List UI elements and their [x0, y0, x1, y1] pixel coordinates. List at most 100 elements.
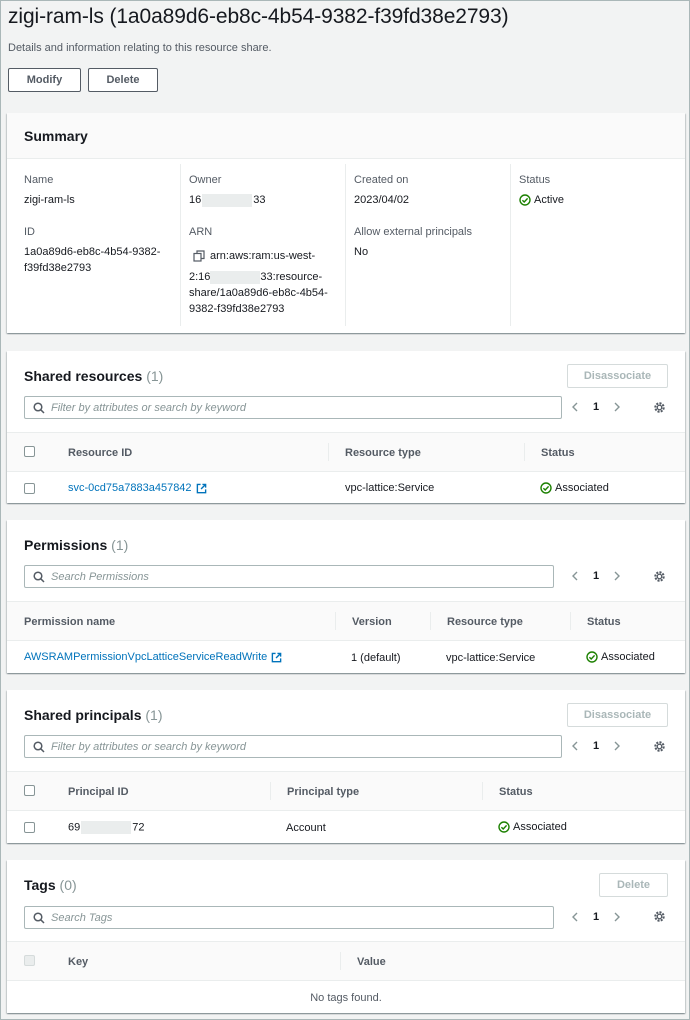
owner-suffix: 33: [253, 194, 266, 206]
empty-state-text: No tags found.: [310, 992, 382, 1004]
status-text: Active: [534, 194, 564, 206]
chevron-right-icon[interactable]: [611, 401, 623, 413]
tags-panel: Tags (0) Delete 1 Key Value No tags foun…: [7, 860, 685, 1013]
owner-value: 16 33: [189, 192, 266, 208]
principals-pagination: 1: [569, 735, 623, 757]
resources-table-header: Resource ID Resource type Status: [7, 432, 685, 472]
gear-icon[interactable]: [653, 570, 666, 583]
column-divider: [340, 952, 341, 970]
summary-divider: [180, 164, 181, 326]
delete-tags-button[interactable]: Delete: [599, 873, 668, 897]
select-all-checkbox: [24, 955, 35, 966]
column-key[interactable]: Key: [68, 956, 88, 968]
delete-button[interactable]: Delete: [88, 68, 158, 92]
search-icon: [33, 401, 45, 414]
column-resource-type[interactable]: Resource type: [447, 616, 523, 628]
column-status[interactable]: Status: [541, 447, 575, 459]
chevron-left-icon[interactable]: [569, 570, 581, 582]
chevron-right-icon[interactable]: [611, 740, 623, 752]
tags-search-field[interactable]: [51, 911, 527, 924]
chevron-left-icon[interactable]: [569, 911, 581, 923]
column-status[interactable]: Status: [587, 616, 621, 628]
column-permission-name[interactable]: Permission name: [24, 616, 115, 628]
chevron-right-icon[interactable]: [611, 911, 623, 923]
external-principals-label: Allow external principals: [354, 226, 472, 238]
disassociate-resources-button[interactable]: Disassociate: [567, 364, 668, 388]
summary-divider: [345, 164, 346, 326]
column-value[interactable]: Value: [357, 956, 386, 968]
summary-panel: Summary Name zigi-ram-ls ID 1a0a89d6-eb8…: [7, 113, 685, 333]
summary-divider: [510, 164, 511, 326]
arn-value: arn:aws:ram:us-west- 2:16 33:resource- sh…: [189, 248, 328, 317]
created-value: 2023/04/02: [354, 194, 410, 206]
modify-button[interactable]: Modify: [8, 68, 81, 92]
principals-search-input[interactable]: [24, 735, 562, 758]
version-cell: 1 (default): [351, 652, 401, 664]
select-all-checkbox[interactable]: [24, 446, 35, 457]
column-version[interactable]: Version: [352, 616, 392, 628]
resources-search-input[interactable]: [24, 396, 562, 419]
row-checkbox[interactable]: [24, 483, 35, 494]
arn-label: ARN: [189, 226, 213, 238]
resource-status-cell: Associated: [540, 482, 609, 497]
permissions-panel: Permissions (1) 1 Permission name Versio…: [7, 520, 685, 673]
check-circle-icon: [498, 821, 510, 833]
page-number[interactable]: 1: [581, 401, 611, 413]
created-label: Created on: [354, 174, 409, 186]
permissions-search-input[interactable]: [24, 565, 554, 588]
check-circle-icon: [540, 482, 552, 494]
column-resource-id[interactable]: Resource ID: [68, 447, 132, 459]
column-divider: [524, 443, 525, 461]
search-icon: [33, 570, 45, 583]
owner-prefix: 16: [189, 194, 202, 206]
resource-id-link[interactable]: svc-0cd75a7883a457842: [68, 482, 207, 494]
select-all-checkbox[interactable]: [24, 785, 35, 796]
permissions-title: Permissions (1): [24, 537, 129, 553]
page-number[interactable]: 1: [581, 740, 611, 752]
column-principal-type[interactable]: Principal type: [287, 786, 359, 798]
external-principals-value: No: [354, 246, 369, 258]
column-divider: [570, 612, 571, 630]
page-description: Details and information relating to this…: [8, 42, 272, 54]
external-link-icon: [196, 483, 206, 493]
page-title: zigi-ram-ls (1a0a89d6-eb8c-4b54-9382-f39…: [8, 5, 509, 28]
tags-title: Tags (0): [24, 877, 77, 893]
gear-icon[interactable]: [653, 401, 666, 414]
column-divider: [328, 443, 329, 461]
principals-search-field[interactable]: [51, 740, 534, 753]
summary-title: Summary: [24, 128, 88, 144]
status-label: Status: [519, 174, 551, 186]
check-circle-icon: [519, 194, 531, 206]
column-principal-id[interactable]: Principal ID: [68, 786, 129, 798]
permissions-search-field[interactable]: [51, 570, 527, 583]
resource-type-cell: vpc-lattice:Service: [446, 652, 536, 664]
chevron-right-icon[interactable]: [611, 570, 623, 582]
permission-name-link[interactable]: AWSRAMPermissionVpcLatticeServiceReadWri…: [24, 651, 282, 663]
column-resource-type[interactable]: Resource type: [345, 447, 421, 459]
owner-label: Owner: [189, 174, 222, 186]
search-icon: [33, 911, 45, 924]
page-number[interactable]: 1: [581, 570, 611, 582]
column-status[interactable]: Status: [499, 786, 533, 798]
redacted-block: [81, 821, 132, 834]
arn-line4: 9382-f39fd38e2793: [189, 303, 285, 315]
chevron-left-icon[interactable]: [569, 401, 581, 413]
tags-search-input[interactable]: [24, 906, 554, 929]
page-number[interactable]: 1: [581, 911, 611, 923]
copy-icon[interactable]: [193, 250, 205, 262]
gear-icon[interactable]: [653, 740, 666, 753]
redacted-block: [202, 193, 253, 207]
column-divider: [270, 782, 271, 800]
chevron-left-icon[interactable]: [569, 740, 581, 752]
disassociate-principals-button[interactable]: Disassociate: [567, 703, 668, 727]
shared-resources-title: Shared resources (1): [24, 368, 164, 384]
row-checkbox[interactable]: [24, 822, 35, 833]
resources-search-field[interactable]: [51, 401, 534, 414]
principal-type-cell: Account: [286, 822, 326, 834]
id-label: ID: [24, 226, 35, 238]
tags-table-header: Key Value: [7, 941, 685, 981]
gear-icon[interactable]: [653, 910, 666, 923]
arn-line2-prefix: 2:16: [189, 271, 211, 283]
column-divider: [482, 782, 483, 800]
arn-line3: share/1a0a89d6-eb8c-4b54-: [189, 287, 328, 299]
